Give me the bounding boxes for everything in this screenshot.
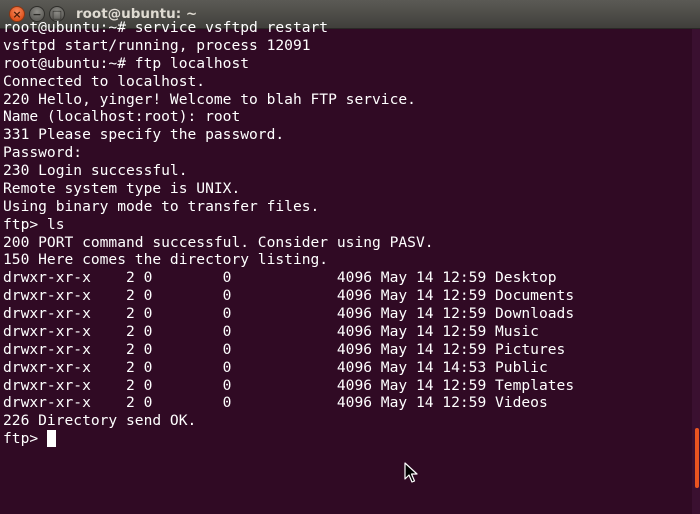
terminal-line: drwxr-xr-x 2 0 0 4096 May 14 12:59 Docum… <box>3 287 575 305</box>
terminal-line: 150 Here comes the directory listing. <box>3 251 329 269</box>
terminal-line: 331 Please specify the password. <box>3 126 285 144</box>
scrollbar-thumb[interactable] <box>695 428 699 488</box>
terminal-line: Connected to localhost. <box>3 72 206 90</box>
terminal-line: drwxr-xr-x 2 0 0 4096 May 14 14:53 Publi… <box>3 358 548 376</box>
terminal-line: vsftpd start/running, process 12091 <box>3 36 311 54</box>
terminal-line: 220 Hello, yinger! Welcome to blah FTP s… <box>3 90 416 108</box>
terminal-line: ftp> ls <box>3 215 65 233</box>
terminal-line: 200 PORT command successful. Consider us… <box>3 233 434 251</box>
prompt: ftp> <box>3 430 47 448</box>
terminal-line: Using binary mode to transfer files. <box>3 197 320 215</box>
terminal-line: drwxr-xr-x 2 0 0 4096 May 14 12:59 Music <box>3 322 539 340</box>
terminal-line: root@ubuntu:~# service vsftpd restart <box>3 19 329 36</box>
terminal-line: 230 Login successful. <box>3 162 188 179</box>
mouse-pointer-icon <box>404 462 418 483</box>
text-cursor <box>46 430 56 448</box>
terminal-line: drwxr-xr-x 2 0 0 4096 May 14 12:59 Deskt… <box>3 269 557 287</box>
terminal-output: root@ubuntu:~# service vsftpd restart vs… <box>3 19 574 448</box>
terminal-line: 226 Directory send OK. <box>3 412 197 430</box>
terminal-line: Name (localhost:root): root <box>3 108 241 126</box>
terminal-window: × − □ root@ubuntu: ~ root@ubuntu:~# serv… <box>0 0 700 514</box>
terminal-line: Remote system type is UNIX. <box>3 179 241 197</box>
terminal-line: drwxr-xr-x 2 0 0 4096 May 14 12:59 Templ… <box>3 376 575 394</box>
terminal-line: drwxr-xr-x 2 0 0 4096 May 14 12:59 Pictu… <box>3 340 566 358</box>
terminal-line: root@ubuntu:~# ftp localhost <box>3 54 250 72</box>
prompt-line[interactable]: ftp> <box>3 430 574 448</box>
terminal-line: drwxr-xr-x 2 0 0 4096 May 14 12:59 Video… <box>3 394 548 412</box>
terminal-line: drwxr-xr-x 2 0 0 4096 May 14 12:59 Downl… <box>3 305 575 322</box>
terminal-line: Password: <box>3 144 83 162</box>
